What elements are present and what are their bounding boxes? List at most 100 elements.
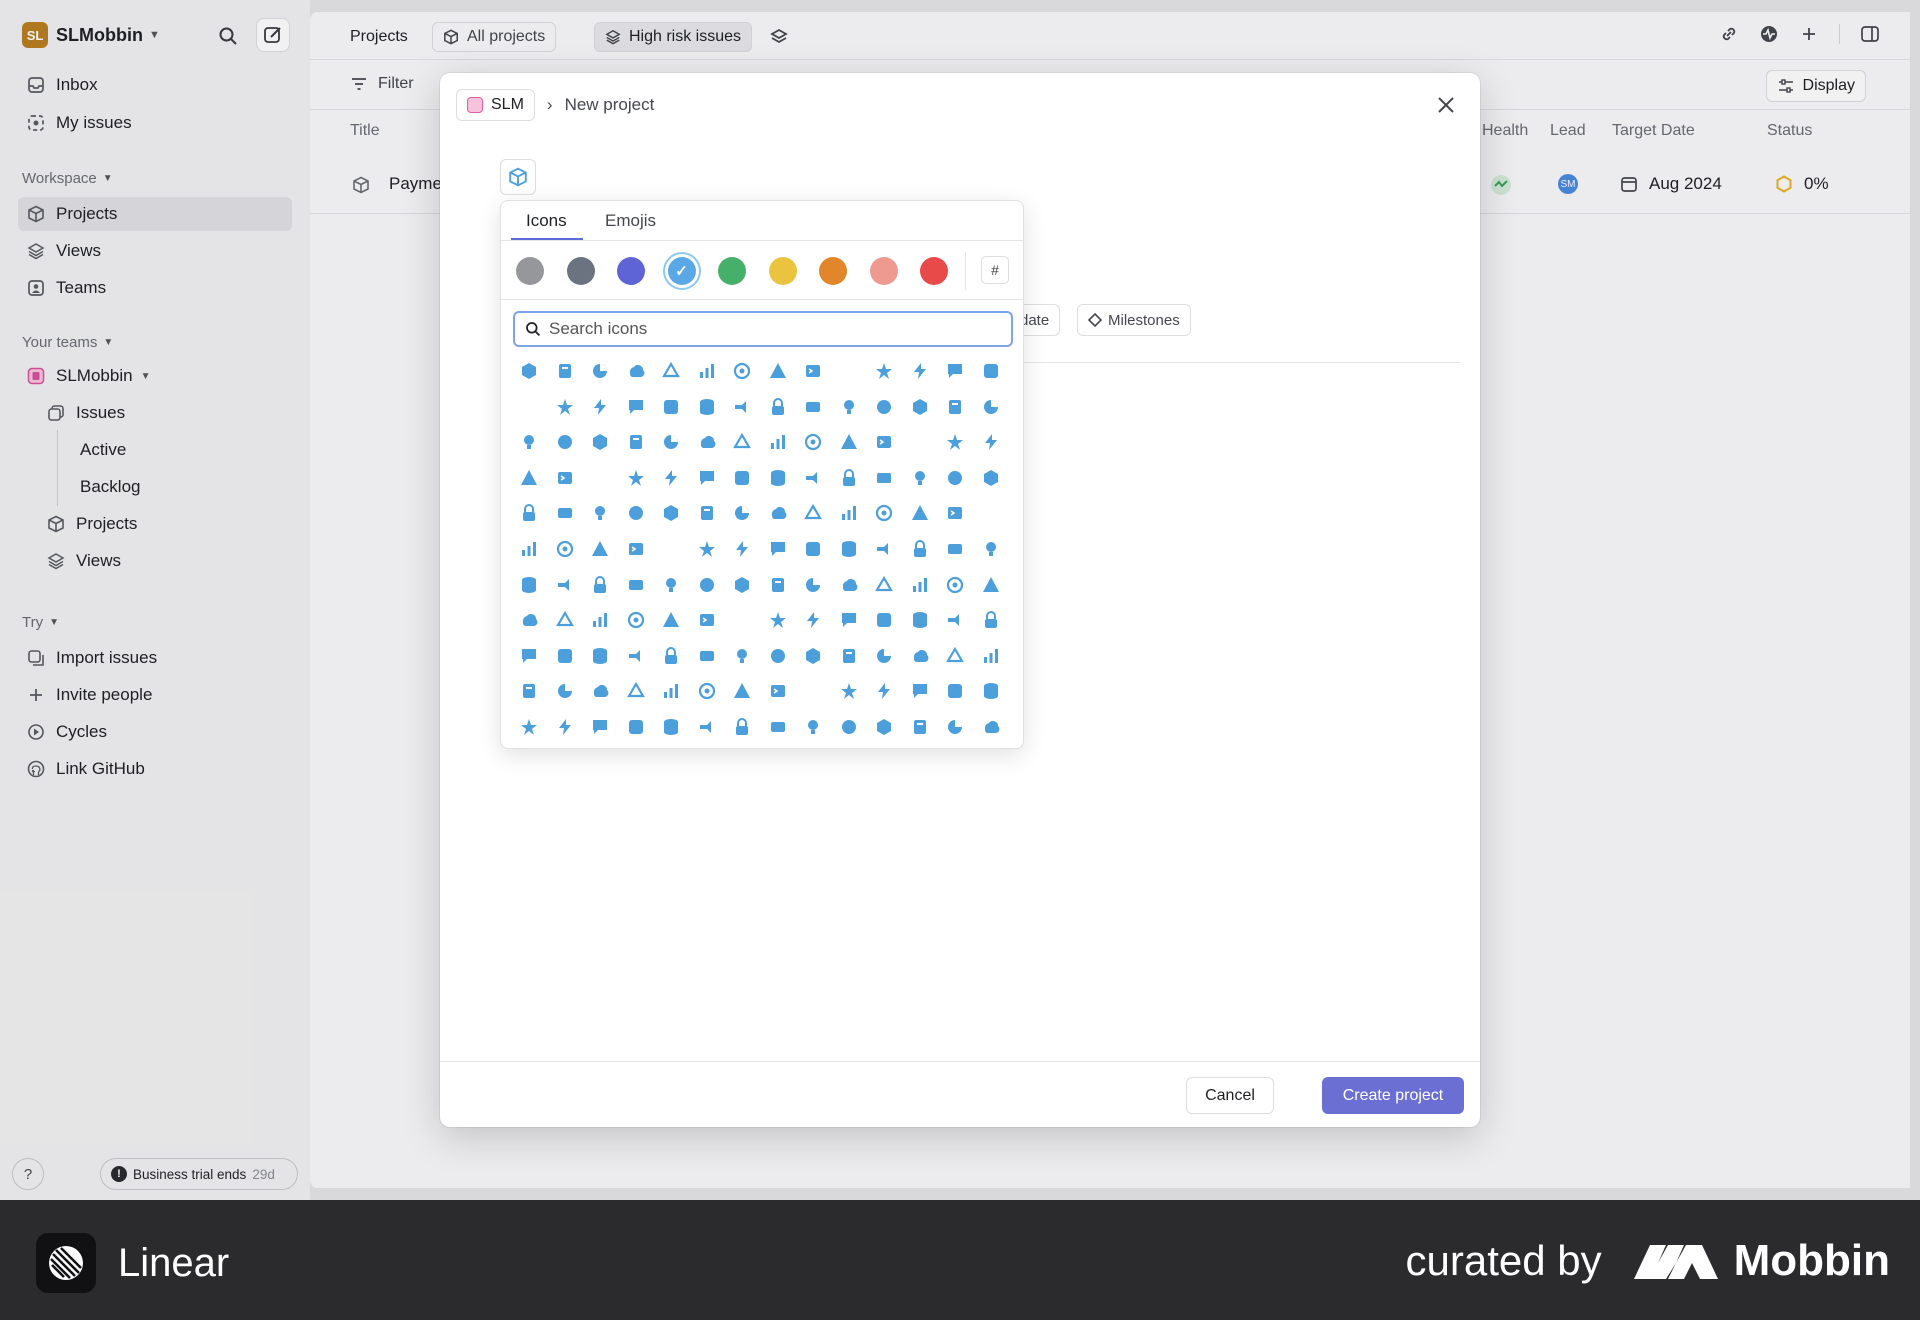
- color-swatch[interactable]: [566, 257, 595, 285]
- picker-icon[interactable]: [697, 575, 717, 595]
- picker-icon[interactable]: [661, 361, 681, 381]
- picker-icon[interactable]: [839, 610, 859, 630]
- picker-icon[interactable]: [981, 397, 1001, 417]
- picker-icon[interactable]: [768, 432, 788, 452]
- picker-icon[interactable]: [590, 539, 610, 559]
- picker-icon[interactable]: [945, 646, 965, 666]
- picker-icon[interactable]: [519, 397, 539, 417]
- picker-icon[interactable]: [519, 681, 539, 701]
- picker-icon[interactable]: [981, 468, 1001, 488]
- picker-icon[interactable]: [626, 432, 646, 452]
- picker-icon[interactable]: [803, 503, 823, 523]
- picker-icon[interactable]: [555, 646, 575, 666]
- picker-icon[interactable]: [661, 539, 681, 559]
- filter-button[interactable]: Filter: [350, 75, 414, 93]
- column-lead[interactable]: Lead: [1550, 122, 1586, 140]
- picker-icon[interactable]: [626, 503, 646, 523]
- cancel-button[interactable]: Cancel: [1186, 1077, 1274, 1114]
- picker-icon[interactable]: [626, 361, 646, 381]
- picker-icon[interactable]: [555, 468, 575, 488]
- picker-icon[interactable]: [803, 610, 823, 630]
- picker-icon[interactable]: [874, 503, 894, 523]
- picker-icon[interactable]: [768, 397, 788, 417]
- tab-icons[interactable]: Icons: [526, 211, 567, 231]
- picker-icon[interactable]: [874, 646, 894, 666]
- activity-icon[interactable]: [1759, 24, 1779, 44]
- picker-icon[interactable]: [945, 361, 965, 381]
- picker-icon[interactable]: [590, 646, 610, 666]
- tab-high-risk-issues[interactable]: High risk issues: [594, 22, 753, 52]
- picker-icon[interactable]: [590, 610, 610, 630]
- search-field[interactable]: [513, 311, 1013, 347]
- picker-icon[interactable]: [732, 539, 752, 559]
- sidebar-item-team-projects[interactable]: Projects: [38, 507, 292, 541]
- sidebar-item-team-views[interactable]: Views: [38, 544, 292, 578]
- picker-icon[interactable]: [874, 610, 894, 630]
- sidebar-item-inbox[interactable]: Inbox: [18, 68, 292, 102]
- sidebar-item-import-issues[interactable]: Import issues: [18, 641, 292, 675]
- picker-icon[interactable]: [661, 717, 681, 737]
- picker-icon[interactable]: [803, 432, 823, 452]
- picker-icon[interactable]: [732, 610, 752, 630]
- picker-icon[interactable]: [697, 539, 717, 559]
- color-swatch[interactable]: [718, 257, 746, 285]
- custom-color-button[interactable]: #: [981, 256, 1009, 284]
- picker-icon[interactable]: [981, 717, 1001, 737]
- picker-icon[interactable]: [661, 646, 681, 666]
- tab-emojis[interactable]: Emojis: [605, 211, 656, 231]
- picker-icon[interactable]: [839, 397, 859, 417]
- picker-icon[interactable]: [626, 681, 646, 701]
- picker-icon[interactable]: [555, 717, 575, 737]
- picker-icon[interactable]: [555, 361, 575, 381]
- color-swatch[interactable]: [768, 257, 797, 285]
- picker-icon[interactable]: [590, 397, 610, 417]
- team-selector[interactable]: SLM: [456, 89, 535, 121]
- picker-icon[interactable]: [590, 503, 610, 523]
- picker-icon[interactable]: [697, 503, 717, 523]
- picker-icon[interactable]: [768, 361, 788, 381]
- picker-icon[interactable]: [626, 468, 646, 488]
- picker-icon[interactable]: [661, 432, 681, 452]
- new-issue-button[interactable]: [256, 18, 290, 52]
- tab-all-projects[interactable]: All projects: [432, 22, 557, 52]
- picker-icon[interactable]: [910, 575, 930, 595]
- sidebar-item-cycles[interactable]: Cycles: [18, 715, 292, 749]
- sidebar-item-invite-people[interactable]: Invite people: [18, 678, 292, 712]
- picker-icon[interactable]: [839, 432, 859, 452]
- picker-icon[interactable]: [555, 503, 575, 523]
- picker-icon[interactable]: [839, 717, 859, 737]
- workspace-section-header[interactable]: Workspace ▼: [22, 170, 113, 187]
- picker-icon[interactable]: [768, 681, 788, 701]
- picker-icon[interactable]: [874, 717, 894, 737]
- teams-section-header[interactable]: Your teams ▼: [22, 334, 113, 351]
- picker-icon[interactable]: [519, 503, 539, 523]
- picker-icon[interactable]: [803, 717, 823, 737]
- picker-icon[interactable]: [590, 468, 610, 488]
- picker-icon[interactable]: [910, 468, 930, 488]
- color-swatch[interactable]: [516, 257, 544, 285]
- page-title[interactable]: Projects: [350, 22, 408, 52]
- plus-icon[interactable]: [1799, 24, 1819, 44]
- sidebar-item-link-github[interactable]: Link GitHub: [18, 752, 292, 786]
- picker-icon[interactable]: [661, 503, 681, 523]
- picker-icon[interactable]: [910, 539, 930, 559]
- picker-icon[interactable]: [519, 432, 539, 452]
- color-swatch[interactable]: [869, 257, 898, 285]
- picker-icon[interactable]: [661, 610, 681, 630]
- picker-icon[interactable]: [839, 681, 859, 701]
- sidebar-item-active[interactable]: Active: [62, 433, 292, 467]
- picker-icon[interactable]: [768, 610, 788, 630]
- picker-icon[interactable]: [732, 503, 752, 523]
- views-menu-button[interactable]: [770, 22, 788, 52]
- picker-icon[interactable]: [732, 717, 752, 737]
- display-button[interactable]: Display: [1765, 70, 1866, 102]
- picker-icon[interactable]: [697, 397, 717, 417]
- color-swatch[interactable]: [920, 257, 948, 285]
- column-health[interactable]: Health: [1482, 122, 1528, 140]
- column-status[interactable]: Status: [1767, 122, 1812, 140]
- picker-icon[interactable]: [874, 432, 894, 452]
- picker-icon[interactable]: [945, 397, 965, 417]
- picker-icon[interactable]: [910, 646, 930, 666]
- picker-icon[interactable]: [981, 681, 1001, 701]
- picker-icon[interactable]: [981, 432, 1001, 452]
